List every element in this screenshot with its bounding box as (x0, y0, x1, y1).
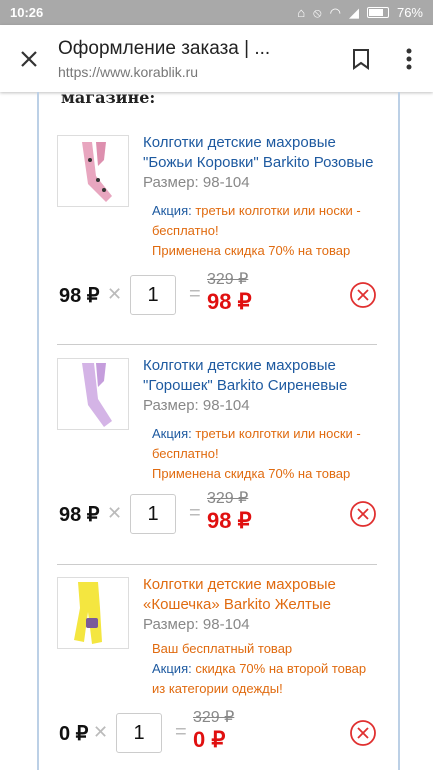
bookmark-icon (353, 48, 369, 70)
product-thumbnail[interactable] (57, 577, 129, 649)
remove-circle-icon (350, 282, 376, 308)
product-size: Размер: 98-104 (143, 397, 250, 414)
equals-sign: = (175, 721, 187, 743)
cellular-icon: ◢ (348, 4, 359, 20)
product-name[interactable]: Колготки детские махровые «Кошечка» Bark… (143, 575, 388, 635)
page-header: Оформление заказа | ... https://www.kora… (58, 38, 337, 80)
equals-sign: = (189, 502, 201, 524)
cart-panel: магазине: Колготки детские махровые "Бож… (37, 92, 400, 770)
promo-block: Акция: третьи колготки или носки - беспл… (152, 203, 361, 258)
multiply-sign: ✕ (107, 284, 123, 304)
new-price: 0 ₽ (193, 727, 226, 752)
page-url: https://www.korablik.ru (58, 63, 199, 80)
remove-circle-icon (350, 501, 376, 527)
unit-price: 0 ₽ (59, 723, 89, 745)
close-button[interactable] (0, 30, 58, 88)
section-title: магазине: (61, 92, 156, 107)
old-price: 329 ₽ (207, 271, 249, 288)
product-size: Размер: 98-104 (143, 616, 250, 633)
new-price: 98 ₽ (207, 289, 252, 314)
multiply-sign: ✕ (93, 722, 109, 742)
battery-level: 76% (396, 5, 423, 20)
product-thumbnail[interactable] (57, 358, 129, 430)
quantity-input[interactable]: 1 (116, 713, 162, 753)
price-row: 0 ₽ ✕ 1 = 329 ₽ 0 ₽ (57, 709, 377, 753)
product-thumbnail[interactable] (57, 135, 129, 207)
old-price: 329 ₽ (193, 709, 235, 726)
item-divider (57, 564, 377, 565)
battery-icon (366, 7, 389, 18)
remove-item-button[interactable] (349, 719, 377, 747)
product-name[interactable]: Колготки детские махровые "Горошек" Bark… (143, 356, 388, 416)
page-title: Оформление заказа | ... (58, 37, 271, 59)
mute-icon: ⦸ (313, 4, 322, 20)
old-price: 329 ₽ (207, 490, 249, 507)
bookmark-button[interactable] (337, 30, 385, 88)
multiply-sign: ✕ (107, 503, 123, 523)
promo-block: Ваш бесплатный товар Акция: скидка 70% н… (152, 641, 367, 696)
remove-circle-icon (350, 720, 376, 746)
product-name[interactable]: Колготки детские махровые "Божьи Коровки… (143, 133, 388, 193)
price-row: 98 ₽ ✕ 1 = 329 ₽ 98 ₽ (57, 490, 377, 534)
browser-toolbar: Оформление заказа | ... https://www.kora… (0, 25, 433, 92)
remove-item-button[interactable] (349, 500, 377, 528)
signal-icon: ⌂ (297, 5, 306, 20)
promo-block: Акция: третьи колготки или носки - беспл… (152, 426, 361, 481)
remove-item-button[interactable] (349, 281, 377, 309)
status-time: 10:26 (10, 5, 44, 20)
quantity-input[interactable]: 1 (130, 275, 176, 315)
new-price: 98 ₽ (207, 508, 252, 533)
wifi-icon: ◠ (329, 4, 341, 20)
equals-sign: = (189, 283, 201, 305)
item-divider (57, 344, 377, 345)
status-bar: 10:26 ⌂ ⦸ ◠ ◢ 76% (0, 0, 433, 25)
tights-image (82, 363, 112, 427)
more-vert-icon (406, 48, 412, 69)
tights-image (74, 582, 102, 644)
unit-price: 98 ₽ (59, 285, 100, 307)
quantity-input[interactable]: 1 (130, 494, 176, 534)
product-size: Размер: 98-104 (143, 174, 250, 191)
menu-button[interactable] (385, 30, 433, 88)
unit-price: 98 ₽ (59, 504, 100, 526)
price-row: 98 ₽ ✕ 1 = 329 ₽ 98 ₽ (57, 271, 377, 315)
close-icon (21, 50, 37, 67)
tights-image (82, 142, 112, 202)
page-content: магазине: Колготки детские махровые "Бож… (0, 92, 433, 770)
